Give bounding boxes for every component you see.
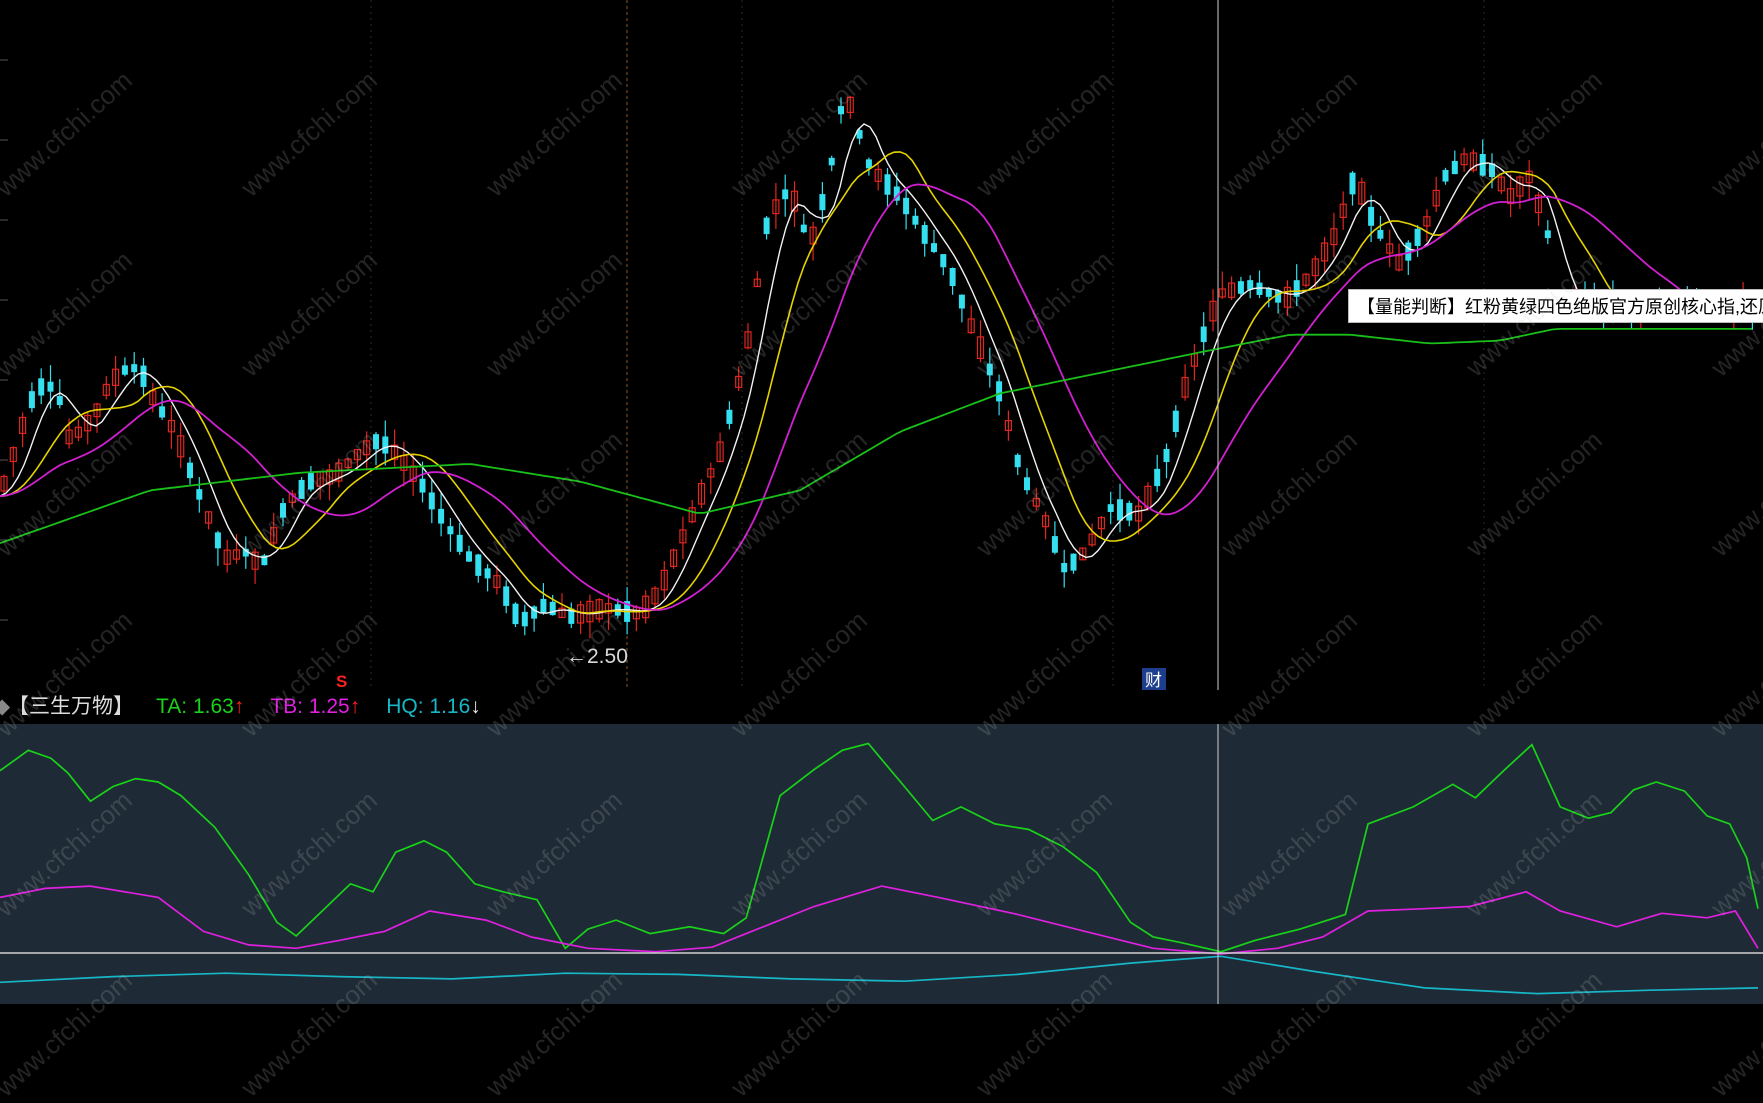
candle-body xyxy=(1479,153,1486,176)
candle-body xyxy=(298,479,305,499)
hq-value: HQ: 1.16 xyxy=(386,695,471,718)
candle-body xyxy=(1070,553,1077,571)
sell-signal-marker: S xyxy=(336,672,347,690)
candle-body xyxy=(1442,169,1449,182)
indicator-name[interactable]: 【三生万物】 xyxy=(8,690,134,724)
hq-arrow-icon: ↓ xyxy=(470,695,481,718)
candle-body xyxy=(912,215,919,225)
candle-body xyxy=(1349,172,1356,195)
candle-body xyxy=(865,159,872,169)
tb-arrow-icon: ↑ xyxy=(349,695,361,718)
candle-body xyxy=(503,586,510,606)
indicator-line-ta xyxy=(0,742,1759,953)
moving-averages xyxy=(0,123,1758,615)
candle-body xyxy=(1489,163,1495,178)
candle-body xyxy=(1163,448,1170,462)
candle-body xyxy=(782,189,789,200)
candle-body xyxy=(428,492,435,510)
candle-body xyxy=(903,197,910,215)
candle-body xyxy=(949,268,956,286)
candle-body xyxy=(1414,228,1421,246)
candle-body xyxy=(1247,280,1254,290)
candle-body xyxy=(447,526,454,535)
candle-body xyxy=(1172,410,1179,432)
price-chart[interactable]: ←2.50 S 财 xyxy=(0,0,1763,690)
grid-lines xyxy=(0,0,1485,690)
candle-body xyxy=(280,503,286,518)
candle-body xyxy=(1061,562,1068,573)
candle-body xyxy=(884,174,891,195)
candle-body xyxy=(159,406,166,418)
tooltip-popup[interactable]: 【量能判断】红粉黄绿四色绝版官方原创核心指,还原 xyxy=(1348,289,1763,323)
candle-body xyxy=(475,554,482,576)
candle-body xyxy=(382,436,389,454)
candle-body xyxy=(940,254,947,268)
candle-body xyxy=(549,601,556,616)
candle-body xyxy=(1014,454,1021,468)
candle-body xyxy=(1117,499,1123,521)
candle-body xyxy=(763,217,770,235)
indicator-chart xyxy=(0,724,1763,1004)
candle-body xyxy=(47,381,54,392)
candle-body xyxy=(1368,206,1375,226)
candle-body xyxy=(1265,288,1272,297)
candle-body xyxy=(131,364,138,373)
candle-body xyxy=(307,473,314,490)
candle-body xyxy=(1200,326,1207,343)
candle-body xyxy=(828,157,835,166)
finance-badge[interactable]: 财 xyxy=(1142,668,1166,690)
candle-body xyxy=(1237,281,1244,294)
candle-body xyxy=(1154,468,1161,487)
candle-body xyxy=(56,395,63,406)
candle-body xyxy=(986,363,993,376)
candle-body xyxy=(540,598,547,613)
candle-body xyxy=(187,462,193,479)
tb-value: TB: 1.25 xyxy=(270,695,350,718)
candle-body xyxy=(28,391,35,409)
candle-body xyxy=(512,603,519,625)
candle-body xyxy=(373,434,379,450)
indicator-line-tb xyxy=(0,885,1759,955)
candle-body xyxy=(1107,504,1114,512)
candle-body xyxy=(456,534,463,552)
indicator-panel[interactable] xyxy=(0,724,1763,1004)
ma-green-line xyxy=(0,328,1752,545)
candle-body xyxy=(958,294,965,309)
candle-body xyxy=(38,378,45,396)
ma-white-line xyxy=(0,123,1758,615)
ta-value: TA: 1.63 xyxy=(156,695,234,718)
diamond-icon[interactable]: ◆ xyxy=(0,690,10,724)
ta-arrow-icon: ↑ xyxy=(233,695,245,718)
candle-body xyxy=(726,409,733,424)
finance-badge-text: 财 xyxy=(1145,671,1162,690)
candle-body xyxy=(214,532,221,549)
candle-body xyxy=(1275,290,1282,303)
candle-body xyxy=(419,478,426,493)
indicator-legend: ◆【三生万物】 TA: 1.63↑ TB: 1.25↑ HQ: 1.16↓ xyxy=(0,690,1763,724)
candle-body xyxy=(140,365,147,387)
candle-body xyxy=(800,224,807,233)
candle-body xyxy=(931,243,937,253)
ma-magenta-line xyxy=(0,183,1758,611)
candle-body xyxy=(996,381,1003,402)
low-price-label: ←2.50 xyxy=(566,645,628,668)
candle-body xyxy=(196,489,203,500)
candle-body xyxy=(921,225,928,244)
candle-body xyxy=(1377,229,1384,239)
candle-body xyxy=(819,194,826,211)
indicator-lines xyxy=(0,742,1759,995)
candle-body xyxy=(1024,477,1030,491)
candle-body xyxy=(838,106,844,115)
candle-body xyxy=(1451,160,1458,175)
candle-body xyxy=(484,568,491,579)
candle-body xyxy=(1051,536,1058,553)
candle-body xyxy=(121,365,128,375)
candle-body xyxy=(521,611,528,627)
candle-body xyxy=(1544,230,1551,239)
candle-body xyxy=(438,508,445,524)
indicator-line-hq xyxy=(0,955,1759,995)
candle-body xyxy=(1126,502,1133,521)
candle-body xyxy=(466,551,472,562)
